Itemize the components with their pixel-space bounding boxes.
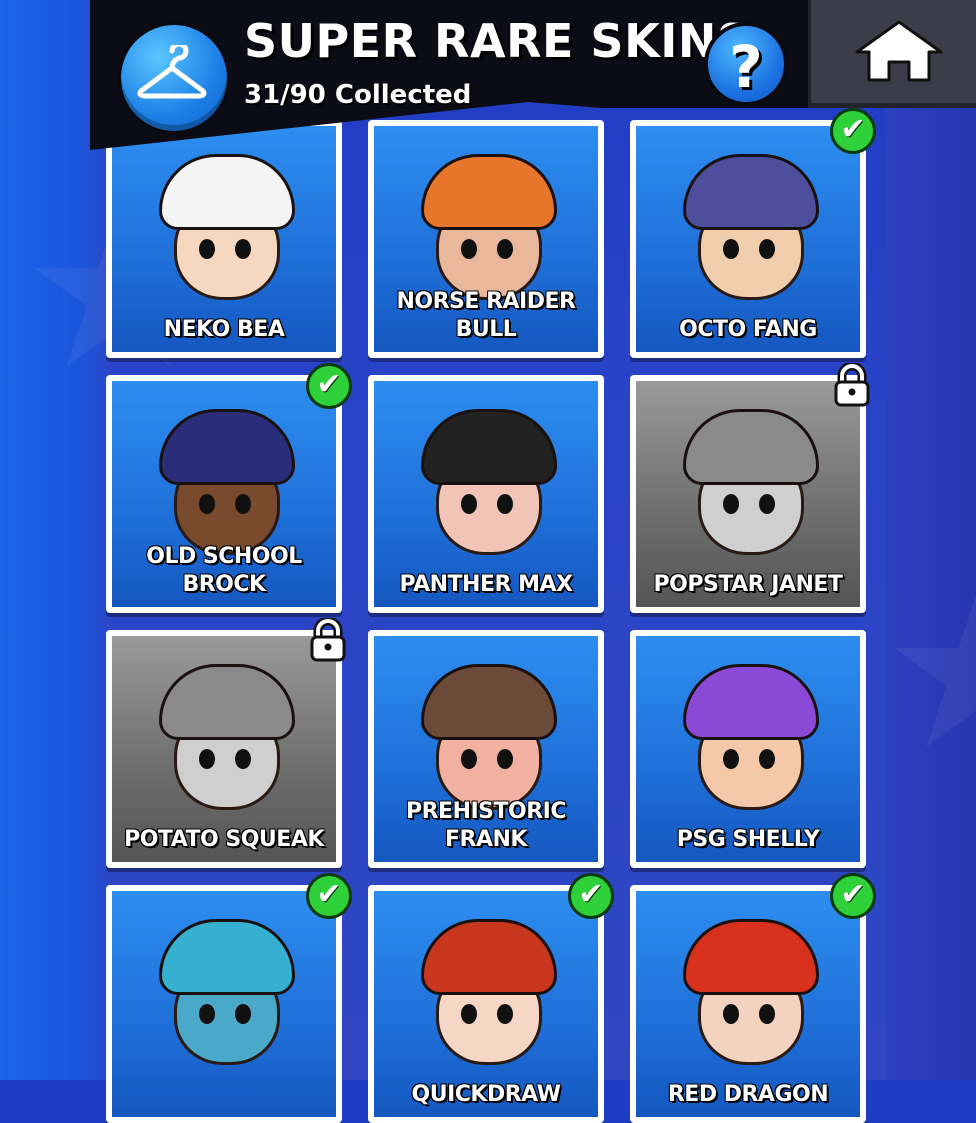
home-icon — [855, 20, 943, 82]
skin-card[interactable]: PANTHER MAX — [368, 375, 604, 613]
skin-name: POTATO SQUEAK — [124, 827, 324, 852]
skin-card[interactable]: NEKO BEA — [106, 120, 342, 358]
checkmark-icon: ✔ — [306, 363, 352, 409]
skin-name: OCTO FANG — [679, 317, 817, 342]
skin-name: NORSE RAIDER BULL — [396, 289, 576, 342]
checkmark-icon: ✔ — [830, 108, 876, 154]
skin-card-art: PSG SHELLY — [636, 636, 860, 862]
skin-card-art — [112, 891, 336, 1117]
skin-card[interactable]: PREHISTORIC FRANK — [368, 630, 604, 868]
skin-card-art: OCTO FANG — [636, 126, 860, 352]
brawler-portrait — [673, 909, 823, 1089]
checkmark-icon: ✔ — [306, 873, 352, 919]
collected-count: 31/90 Collected — [244, 80, 472, 110]
padlock-icon — [832, 361, 872, 407]
background-right-panel — [886, 0, 976, 1080]
skin-card[interactable]: NORSE RAIDER BULL — [368, 120, 604, 358]
home-button[interactable] — [808, 0, 976, 108]
skin-card-art: PANTHER MAX — [374, 381, 598, 607]
skin-card[interactable]: QUICKDRAW ✔ — [368, 873, 614, 1123]
skin-name: RED DRAGON — [667, 1082, 829, 1107]
skin-card-art: QUICKDRAW — [374, 891, 598, 1117]
skin-name: NEKO BEA — [163, 317, 285, 342]
skin-card[interactable]: POTATO SQUEAK — [106, 616, 346, 868]
skin-card-art: PREHISTORIC FRANK — [374, 636, 598, 862]
skin-card[interactable]: OLD SCHOOL BROCK ✔ — [106, 363, 352, 613]
padlock-icon — [308, 616, 348, 662]
skin-card[interactable]: POPSTAR JANET — [630, 361, 870, 613]
page-title: SUPER RARE SKINS — [244, 14, 751, 68]
background-star-icon: ★ — [880, 560, 976, 780]
skin-card[interactable]: PSG SHELLY — [630, 630, 866, 868]
brawler-portrait — [673, 399, 823, 579]
checkmark-icon: ✔ — [568, 873, 614, 919]
hanger-icon — [118, 22, 230, 134]
brawler-portrait — [673, 144, 823, 324]
brawler-portrait — [149, 144, 299, 324]
skin-card-art: NORSE RAIDER BULL — [374, 126, 598, 352]
brawler-portrait — [149, 909, 299, 1089]
skin-card[interactable]: RED DRAGON ✔ — [630, 873, 876, 1123]
skin-name: PREHISTORIC FRANK — [405, 799, 567, 852]
skin-card-art: OLD SCHOOL BROCK — [112, 381, 336, 607]
skin-card-art: POPSTAR JANET — [636, 381, 860, 607]
help-button[interactable]: ? — [704, 22, 788, 106]
skin-card-art: NEKO BEA — [112, 126, 336, 352]
skin-card[interactable]: OCTO FANG ✔ — [630, 108, 876, 358]
skin-name: POPSTAR JANET — [653, 572, 843, 597]
brawler-portrait — [149, 654, 299, 834]
skin-card[interactable]: ✔ — [106, 873, 352, 1123]
skin-card-art: RED DRAGON — [636, 891, 860, 1117]
checkmark-icon: ✔ — [830, 873, 876, 919]
brawler-portrait — [411, 909, 561, 1089]
brawler-portrait — [411, 399, 561, 579]
skin-name: QUICKDRAW — [411, 1082, 561, 1107]
skin-name: PANTHER MAX — [399, 572, 573, 597]
brawler-portrait — [673, 654, 823, 834]
skin-name: PSG SHELLY — [676, 827, 820, 852]
skin-card-art: POTATO SQUEAK — [112, 636, 336, 862]
skin-name: OLD SCHOOL BROCK — [146, 544, 302, 597]
